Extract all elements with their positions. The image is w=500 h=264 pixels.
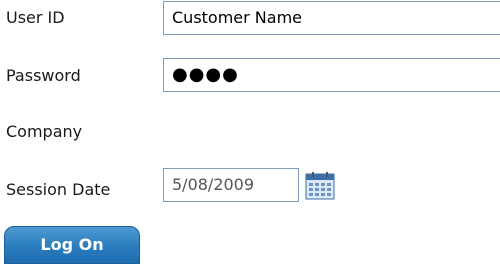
log-on-button[interactable]: Log On: [4, 226, 140, 264]
login-form: User ID Customer Name Password ●●●● Comp…: [0, 0, 500, 264]
calendar-icon[interactable]: [305, 172, 335, 200]
password-input[interactable]: ●●●●: [163, 58, 500, 92]
company-label: Company: [6, 122, 83, 141]
session-date-input[interactable]: 5/08/2009: [163, 168, 299, 202]
user-id-input[interactable]: Customer Name: [163, 1, 500, 35]
password-label: Password: [6, 66, 81, 85]
session-date-label: Session Date: [6, 180, 111, 199]
user-id-label: User ID: [6, 8, 65, 27]
